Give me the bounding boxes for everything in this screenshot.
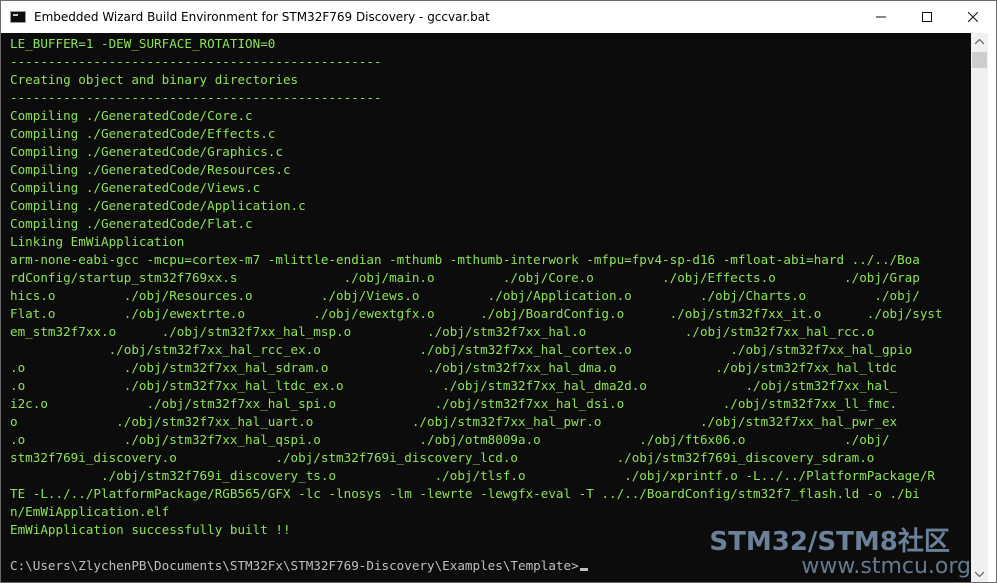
console-icon[interactable] [10, 11, 26, 23]
console-line: em_stm32f7xx.o ./obj/stm32f7xx_hal_msp.o… [10, 324, 875, 339]
vertical-scrollbar[interactable] [971, 33, 988, 582]
console-window: Embedded Wizard Build Environment for ST… [0, 0, 997, 583]
scroll-up-button[interactable] [971, 33, 988, 50]
console-line: Compiling ./GeneratedCode/Graphics.c [10, 144, 283, 159]
console-line: Linking EmWiApplication [10, 234, 185, 249]
console-line: Compiling ./GeneratedCode/Flat.c [10, 216, 253, 231]
console-output[interactable]: LE_BUFFER=1 -DEW_SURFACE_ROTATION=0 -----… [1, 33, 971, 582]
console-line: Compiling ./GeneratedCode/Resources.c [10, 162, 291, 177]
console-line: i2c.o ./obj/stm32f7xx_hal_spi.o ./obj/st… [10, 396, 898, 411]
prompt-path: C:\Users\ZlychenPB\Documents\STM32Fx\STM… [10, 558, 579, 573]
console-line: ----------------------------------------… [10, 54, 382, 69]
console-line: EmWiApplication successfully built !! [10, 522, 291, 537]
console-line: ./obj/stm32f769i_discovery_ts.o ./obj/tl… [10, 468, 936, 483]
window-controls [858, 1, 996, 33]
console-line: n/EmWiApplication.elf [10, 504, 170, 519]
console-text: LE_BUFFER=1 -DEW_SURFACE_ROTATION=0 -----… [10, 35, 943, 575]
close-icon [968, 12, 978, 22]
minimize-icon [876, 16, 886, 18]
console-line: TE -L../../PlatformPackage/RGB565/GFX -l… [10, 486, 920, 501]
console-line: LE_BUFFER=1 -DEW_SURFACE_ROTATION=0 [10, 36, 276, 51]
console-line: ./obj/stm32f7xx_hal_rcc_ex.o ./obj/stm32… [10, 342, 913, 357]
scroll-thumb[interactable] [972, 52, 987, 68]
command-prompt[interactable]: C:\Users\ZlychenPB\Documents\STM32Fx\STM… [10, 557, 943, 575]
maximize-icon [922, 12, 932, 22]
console-line: .o ./obj/stm32f7xx_hal_qspi.o ./obj/otm8… [10, 432, 890, 447]
close-button[interactable] [950, 1, 996, 33]
console-line: .o ./obj/stm32f7xx_hal_sdram.o ./obj/stm… [10, 360, 898, 375]
maximize-button[interactable] [904, 1, 950, 33]
console-line: ----------------------------------------… [10, 90, 382, 105]
console-line: .o ./obj/stm32f7xx_hal_ltdc_ex.o ./obj/s… [10, 378, 898, 393]
window-title: Embedded Wizard Build Environment for ST… [34, 10, 490, 24]
console-line: hics.o ./obj/Resources.o ./obj/Views.o .… [10, 288, 920, 303]
console-line: arm-none-eabi-gcc -mcpu=cortex-m7 -mlitt… [10, 252, 920, 267]
console-line: Flat.o ./obj/ewextrte.o ./obj/ewextgfx.o… [10, 306, 943, 321]
console-line: Compiling ./GeneratedCode/Effects.c [10, 126, 276, 141]
minimize-button[interactable] [858, 1, 904, 33]
text-cursor [579, 568, 588, 571]
console-line: stm32f769i_discovery.o ./obj/stm32f769i_… [10, 450, 875, 465]
console-line: Compiling ./GeneratedCode/Views.c [10, 180, 261, 195]
scroll-down-button[interactable] [971, 565, 988, 582]
console-line: Compiling ./GeneratedCode/Application.c [10, 198, 306, 213]
console-line: Creating object and binary directories [10, 72, 299, 87]
chevron-up-icon [975, 38, 984, 44]
console-line: rdConfig/startup_stm32f769xx.s ./obj/mai… [10, 270, 920, 285]
title-bar[interactable]: Embedded Wizard Build Environment for ST… [1, 1, 996, 33]
console-line: Compiling ./GeneratedCode/Core.c [10, 108, 253, 123]
chevron-down-icon [975, 571, 984, 577]
console-line: o ./obj/stm32f7xx_hal_uart.o ./obj/stm32… [10, 414, 898, 429]
